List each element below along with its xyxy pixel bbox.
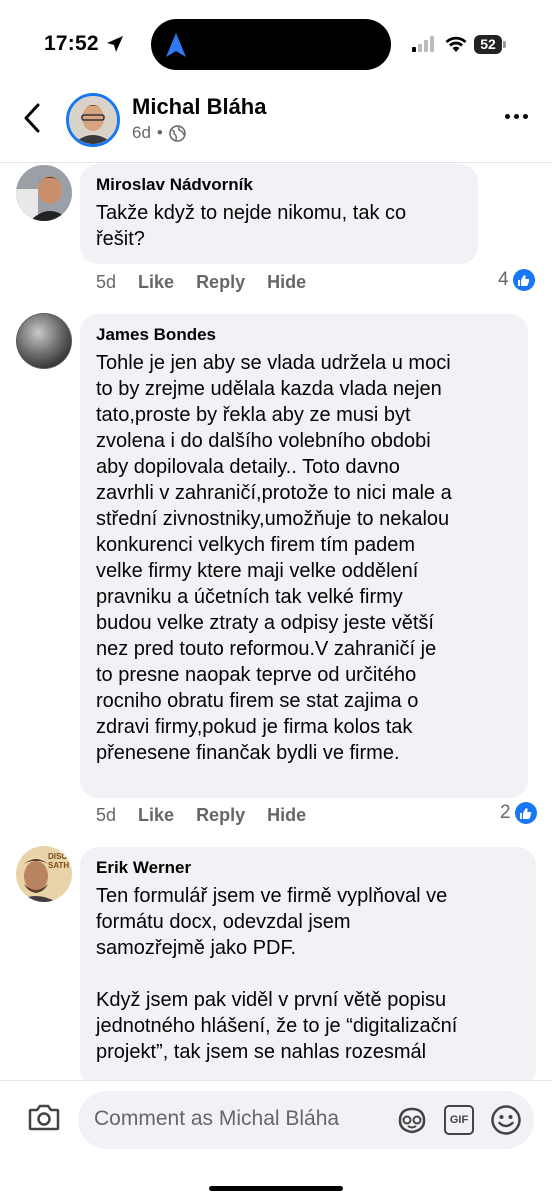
navigation-icon bbox=[166, 33, 186, 57]
comment-actions: 5d Like Reply Hide bbox=[96, 805, 328, 826]
author-avatar[interactable] bbox=[66, 93, 120, 147]
post-time: 6d bbox=[132, 123, 151, 142]
like-reaction-icon bbox=[512, 269, 535, 291]
comment-input-placeholder: Comment as Michal Bláha bbox=[94, 1107, 340, 1130]
dynamic-island bbox=[151, 19, 391, 70]
hide-action[interactable]: Hide bbox=[267, 805, 306, 826]
author-photo bbox=[69, 96, 117, 144]
location-arrow-icon bbox=[107, 36, 123, 52]
comment-author[interactable]: Miroslav Nádvorník bbox=[96, 174, 462, 196]
home-indicator[interactable] bbox=[209, 1186, 343, 1191]
comment-bubble[interactable]: Miroslav Nádvorník Takže když to nejde n… bbox=[80, 164, 478, 264]
reaction-count[interactable]: 2 bbox=[500, 802, 537, 824]
post-meta: 6d • bbox=[132, 123, 186, 143]
post-author-name[interactable]: Michal Bláha bbox=[132, 94, 266, 120]
comment-composer: Comment as Michal Bláha GIF bbox=[0, 1080, 552, 1201]
comment-actions: 5d Like Reply Hide bbox=[96, 272, 328, 293]
battery-cap bbox=[503, 41, 506, 48]
like-action[interactable]: Like bbox=[138, 272, 174, 293]
wifi-icon bbox=[445, 36, 467, 52]
comment-time: 5d bbox=[96, 805, 117, 825]
like-action[interactable]: Like bbox=[138, 805, 174, 826]
commenter-photo bbox=[16, 165, 72, 221]
commenter-avatar[interactable] bbox=[16, 165, 72, 221]
comment-bubble[interactable]: James Bondes Tohle je jen aby se vlada u… bbox=[80, 314, 528, 798]
meta-separator: • bbox=[156, 123, 163, 142]
avatar-sticker-icon[interactable] bbox=[396, 1105, 428, 1135]
comment-bubble[interactable]: Erik Werner Ten formulář jsem ve firmě v… bbox=[80, 847, 536, 1080]
globe-icon bbox=[169, 124, 186, 142]
commenter-avatar[interactable]: DISC SATH bbox=[16, 846, 72, 902]
gif-button[interactable]: GIF bbox=[444, 1105, 474, 1135]
back-chevron-icon[interactable] bbox=[22, 102, 42, 134]
reaction-number: 4 bbox=[498, 269, 509, 290]
comments-list[interactable]: Miroslav Nádvorník Takže když to nejde n… bbox=[0, 162, 552, 1080]
commenter-avatar[interactable] bbox=[16, 313, 72, 369]
cellular-signal-icon bbox=[412, 36, 434, 52]
emoji-icon[interactable] bbox=[490, 1104, 522, 1136]
avatar-sign-text: DISC SATH bbox=[48, 852, 70, 870]
comment-text: Ten formulář jsem ve firmě vyplňoval ve … bbox=[96, 885, 458, 1063]
post-header: Michal Bláha 6d • bbox=[0, 86, 552, 163]
comment-input[interactable]: Comment as Michal Bláha GIF bbox=[78, 1091, 534, 1149]
battery-indicator: 52 bbox=[474, 35, 506, 54]
more-options-button[interactable] bbox=[505, 114, 528, 119]
status-bar: 17:52 52 bbox=[0, 0, 552, 90]
reaction-count[interactable]: 4 bbox=[498, 269, 535, 291]
battery-level: 52 bbox=[474, 35, 502, 54]
reaction-number: 2 bbox=[500, 802, 511, 823]
camera-icon[interactable] bbox=[28, 1103, 60, 1131]
comment-text: Tohle je jen aby se vlada udržela u moci… bbox=[96, 352, 452, 764]
comment-author[interactable]: Erik Werner bbox=[96, 857, 520, 879]
hide-action[interactable]: Hide bbox=[267, 272, 306, 293]
comment-time: 5d bbox=[96, 272, 117, 292]
like-reaction-icon bbox=[514, 802, 537, 824]
reply-action[interactable]: Reply bbox=[196, 805, 245, 826]
comment-text: Takže když to nejde nikomu, tak co řešit… bbox=[96, 202, 407, 250]
comment-author[interactable]: James Bondes bbox=[96, 324, 512, 346]
reply-action[interactable]: Reply bbox=[196, 272, 245, 293]
status-time: 17:52 bbox=[44, 32, 99, 55]
commenter-photo bbox=[16, 313, 72, 369]
